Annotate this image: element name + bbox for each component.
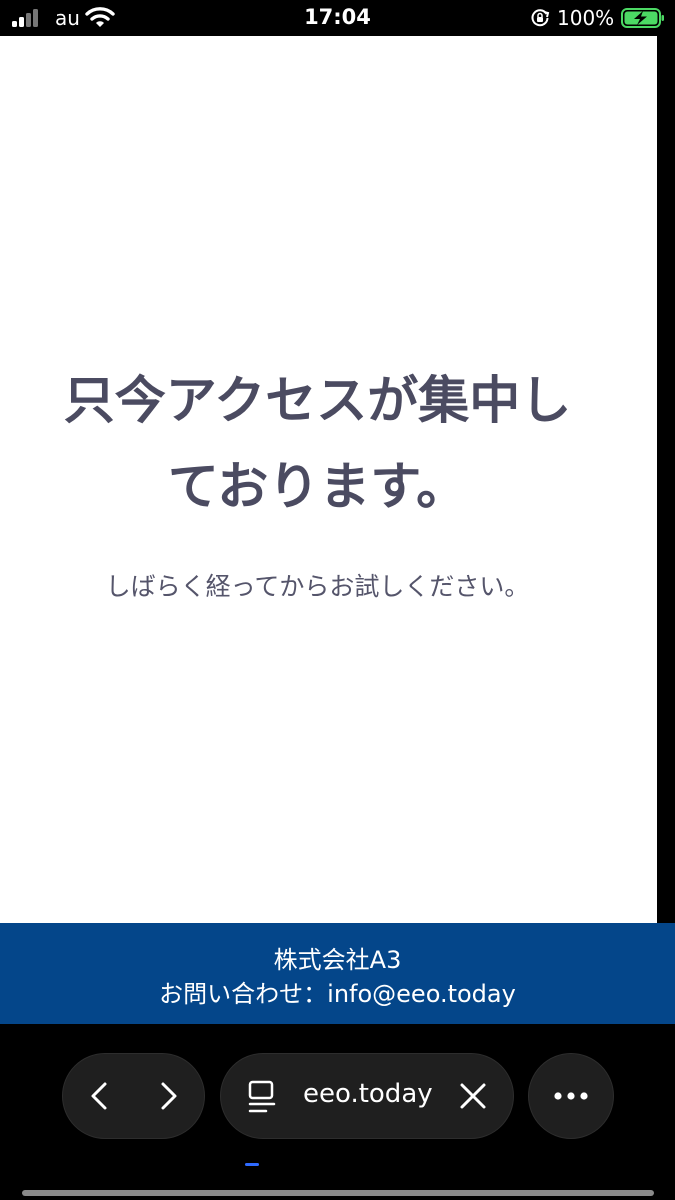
close-icon[interactable] — [457, 1080, 489, 1112]
footer-banner: 株式会社A3 お問い合わせ：info@eeo.today — [0, 923, 675, 1024]
web-page-content: 只今アクセスが集中し ております。 しばらく経ってからお試しください。 — [0, 36, 657, 923]
browser-toolbar: eeo.today — [0, 1024, 675, 1200]
more-dots-icon — [554, 1092, 588, 1100]
headline-line-1: 只今アクセスが集中し — [63, 372, 572, 431]
headline-line-2: ております。 — [167, 458, 468, 517]
home-indicator[interactable] — [22, 1190, 654, 1196]
footer-contact[interactable]: お問い合わせ：info@eeo.today — [0, 974, 675, 1009]
page-headline: 只今アクセスが集中し ております。 — [0, 359, 635, 531]
more-button[interactable] — [528, 1053, 614, 1139]
battery-charging-icon — [621, 8, 664, 28]
status-bar: au 17:04 100% — [0, 0, 675, 36]
back-button[interactable] — [79, 1076, 119, 1116]
phone-screen: au 17:04 100% 只今アクセスが集中し ております。 しばらく経ってか… — [0, 0, 675, 1200]
forward-button[interactable] — [149, 1076, 189, 1116]
footer-company: 株式会社A3 — [273, 946, 402, 974]
navigation-pill — [62, 1053, 205, 1139]
page-subtext: しばらく経ってからお試しください。 — [105, 572, 530, 601]
orientation-lock-icon — [531, 9, 550, 27]
url-text[interactable]: eeo.today — [303, 1079, 433, 1109]
page-menu-icon[interactable] — [247, 1080, 279, 1114]
battery-percent: 100% — [557, 6, 615, 30]
loading-progress-indicator — [245, 1163, 259, 1166]
address-bar[interactable]: eeo.today — [220, 1053, 514, 1166]
